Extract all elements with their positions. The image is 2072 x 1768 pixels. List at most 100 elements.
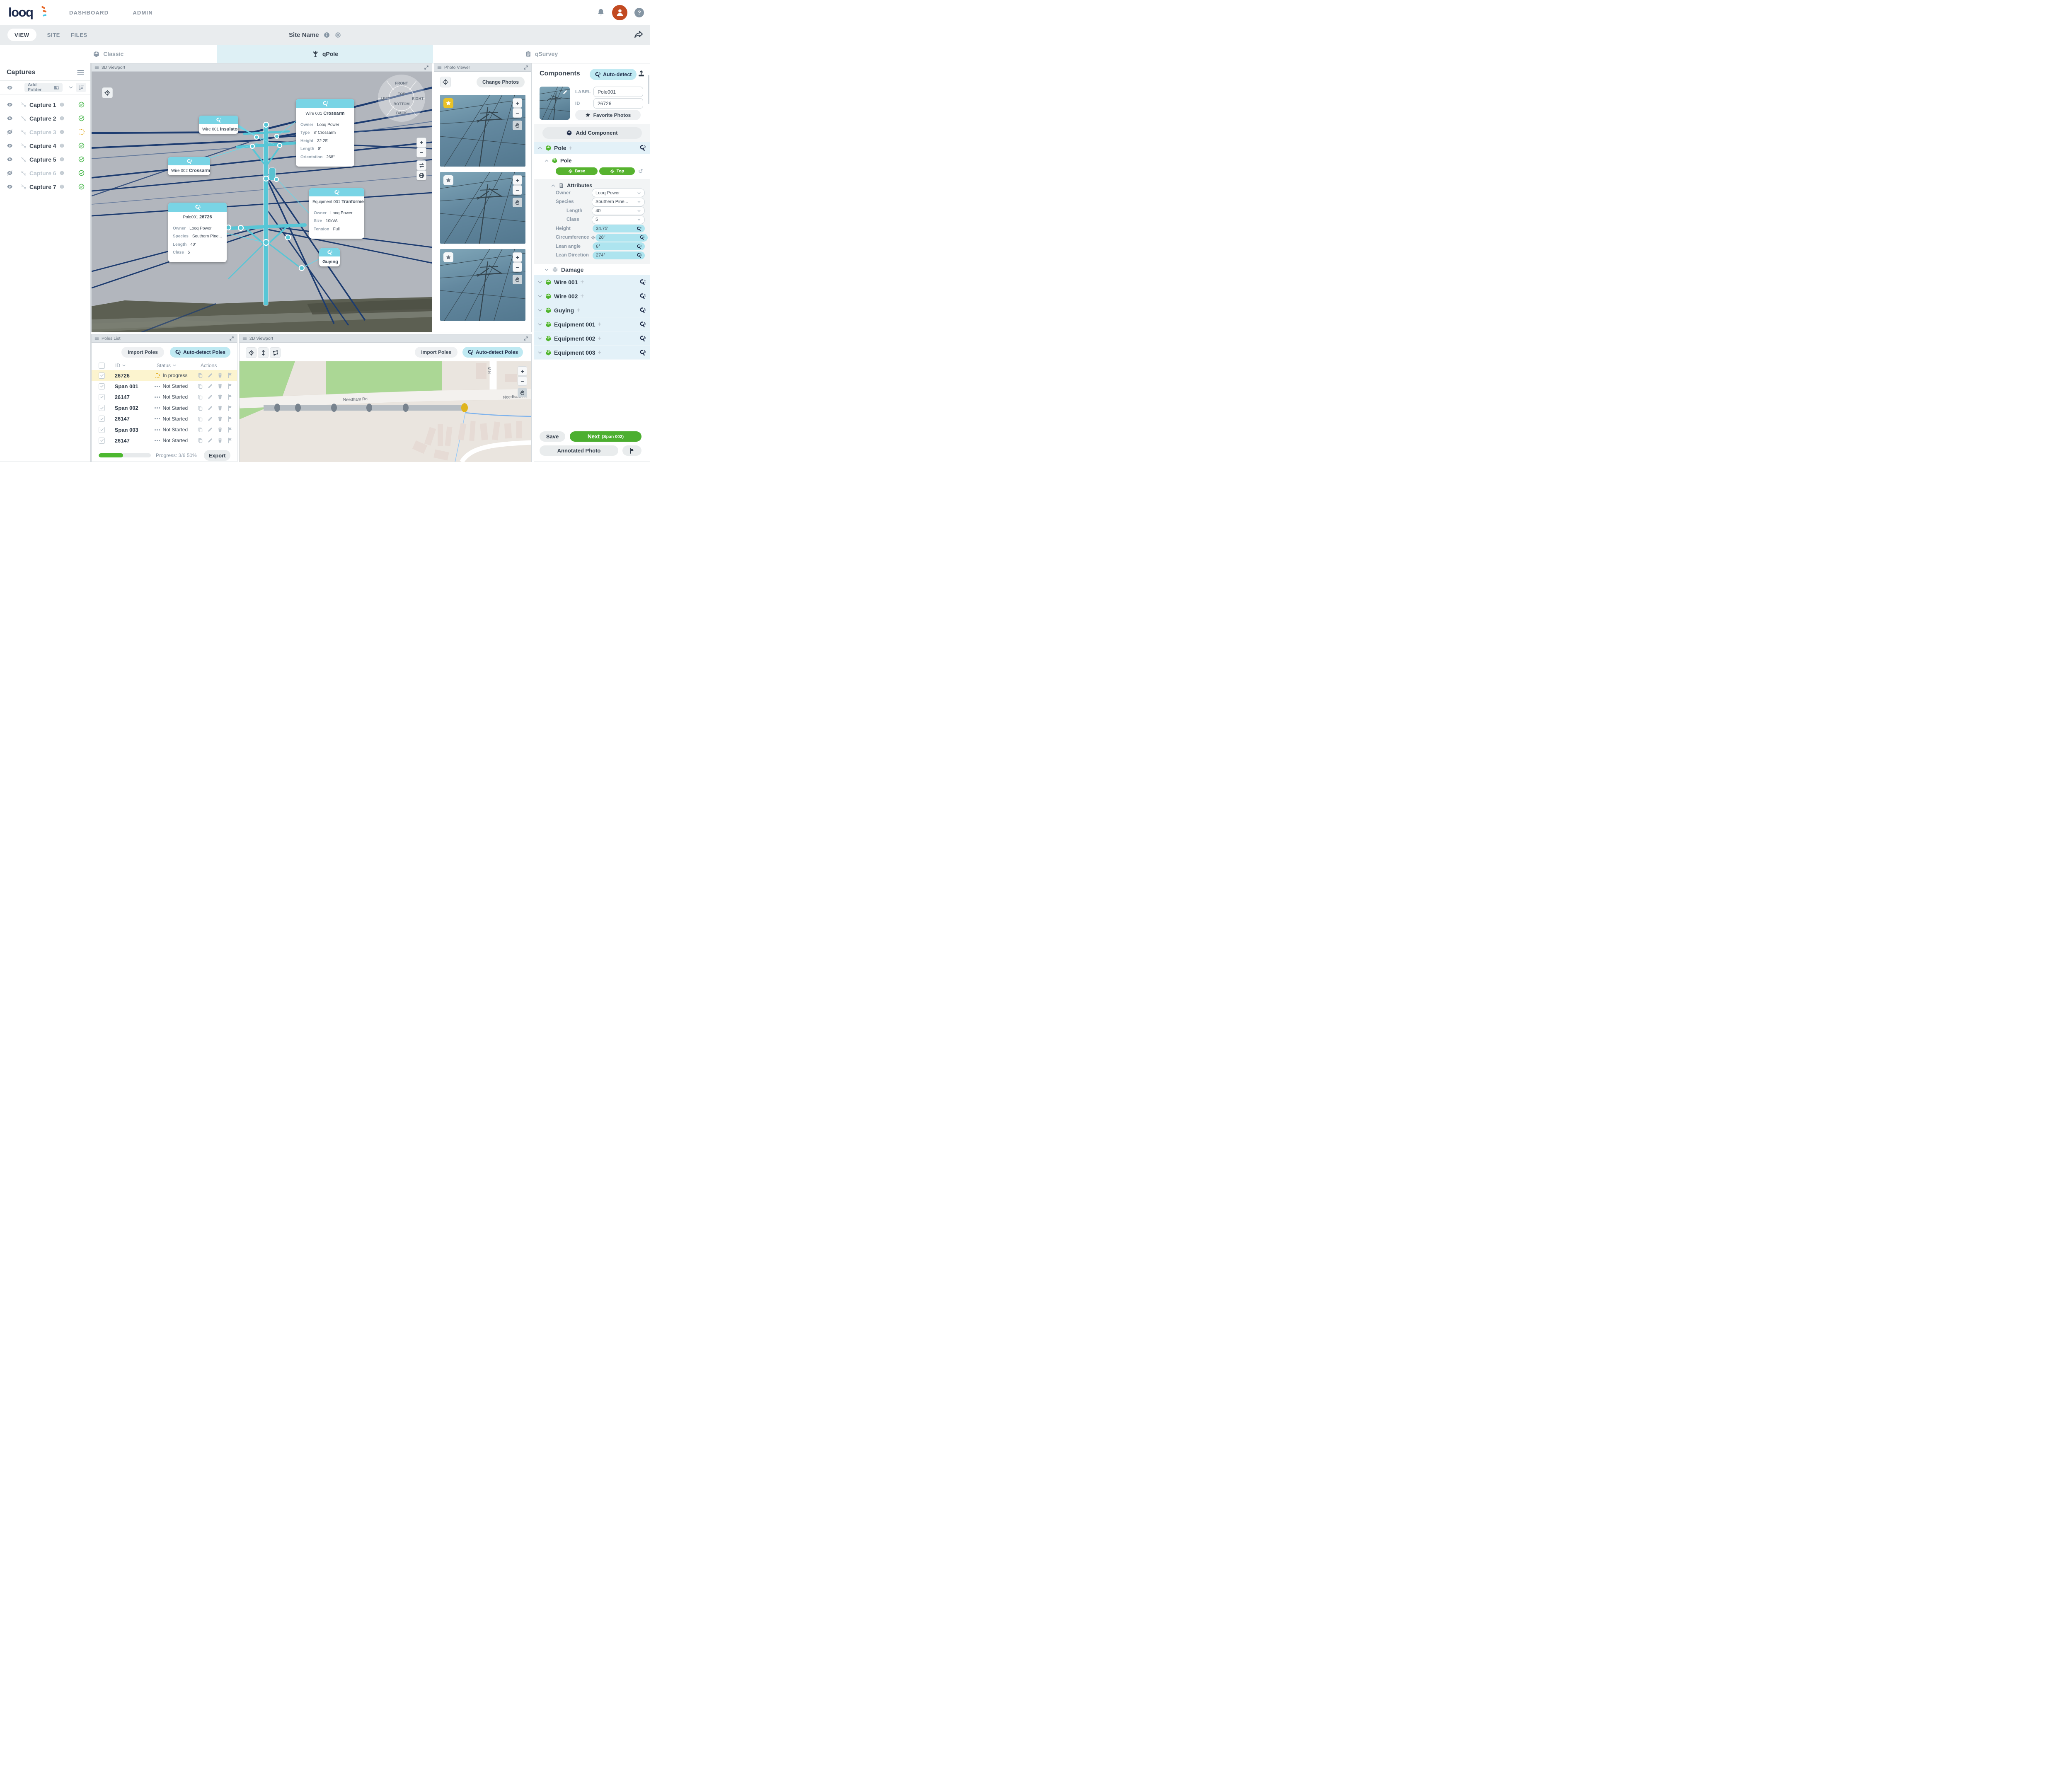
center-view-icon[interactable] bbox=[21, 129, 27, 135]
column-id[interactable]: ID bbox=[115, 363, 120, 368]
tab-classic[interactable]: Classic bbox=[0, 45, 217, 63]
flag-icon[interactable] bbox=[227, 438, 233, 443]
photo-pan-button[interactable] bbox=[513, 198, 522, 207]
component-group-row[interactable]: Equipment 003 + bbox=[534, 346, 650, 360]
vertical-pan-button[interactable] bbox=[258, 347, 269, 358]
panel-menu-icon[interactable] bbox=[437, 65, 442, 70]
auto-detect-poles-button[interactable]: Auto-detect Poles bbox=[170, 347, 230, 358]
component-group-row[interactable]: Guying + bbox=[534, 303, 650, 317]
center-view-icon[interactable] bbox=[21, 184, 27, 190]
capture-row[interactable]: Capture 4 bbox=[0, 139, 90, 152]
chevron-down-icon[interactable] bbox=[537, 350, 542, 355]
auto-detect-poles-button[interactable]: Auto-detect Poles bbox=[462, 347, 523, 358]
chevron-up-icon[interactable] bbox=[544, 158, 549, 163]
center-view-icon[interactable] bbox=[21, 157, 27, 162]
pencil-icon[interactable] bbox=[207, 438, 213, 443]
favorite-photos-button[interactable]: Favorite Photos bbox=[575, 110, 641, 120]
map-canvas[interactable]: Needham Rd Needham Rd N W + − bbox=[240, 361, 531, 462]
row-checkbox[interactable] bbox=[99, 383, 105, 389]
row-checkbox[interactable] bbox=[99, 394, 105, 400]
zoom-out-button[interactable]: − bbox=[416, 148, 426, 157]
tab-view[interactable]: VIEW bbox=[7, 29, 36, 41]
eye-off-icon[interactable] bbox=[7, 129, 13, 135]
looq-logo[interactable]: looq bbox=[8, 3, 46, 22]
center-view-icon[interactable] bbox=[21, 170, 27, 176]
looq-q-icon[interactable] bbox=[639, 349, 646, 356]
info-icon[interactable] bbox=[59, 184, 65, 189]
photo-zoom-in-button[interactable]: + bbox=[513, 98, 522, 108]
trash-icon[interactable] bbox=[217, 427, 223, 433]
chevron-down-icon[interactable] bbox=[172, 363, 177, 368]
chevron-down-icon[interactable] bbox=[537, 308, 542, 313]
row-checkbox[interactable] bbox=[99, 427, 105, 433]
add-icon[interactable]: + bbox=[580, 293, 584, 300]
pole-row[interactable]: Span 002 Not Started bbox=[92, 403, 237, 414]
photo-pan-button[interactable] bbox=[513, 275, 522, 284]
add-icon[interactable]: + bbox=[598, 349, 602, 356]
pole-group-header[interactable]: Pole + bbox=[534, 142, 650, 154]
eye-icon[interactable] bbox=[7, 184, 13, 190]
pole-thumbnail[interactable] bbox=[540, 87, 570, 120]
base-button[interactable]: Base bbox=[556, 167, 598, 175]
capture-row[interactable]: Capture 5 bbox=[0, 152, 90, 166]
tab-files[interactable]: FILES bbox=[71, 32, 87, 38]
save-button[interactable]: Save bbox=[540, 431, 565, 442]
trash-icon[interactable] bbox=[217, 405, 223, 411]
info-icon[interactable] bbox=[59, 129, 65, 135]
tab-site[interactable]: SITE bbox=[47, 32, 60, 38]
copy-icon[interactable] bbox=[197, 394, 203, 400]
flag-icon[interactable] bbox=[227, 394, 233, 400]
pole-row[interactable]: Span 003 Not Started bbox=[92, 424, 237, 435]
row-checkbox[interactable] bbox=[99, 405, 105, 411]
photo-thumbnail[interactable]: + − bbox=[440, 172, 525, 244]
chevron-down-icon[interactable] bbox=[537, 294, 542, 299]
change-photos-button[interactable]: Change Photos bbox=[477, 77, 525, 87]
pencil-icon[interactable] bbox=[207, 394, 213, 400]
pencil-icon[interactable] bbox=[207, 383, 213, 389]
info-icon[interactable] bbox=[59, 116, 65, 121]
looq-q-icon[interactable] bbox=[639, 321, 646, 328]
add-icon[interactable]: + bbox=[576, 307, 580, 314]
flag-icon[interactable] bbox=[227, 372, 233, 378]
measured-value-pill[interactable]: 28" bbox=[595, 234, 648, 242]
panel-menu-icon[interactable] bbox=[94, 336, 99, 341]
copy-icon[interactable] bbox=[197, 438, 203, 443]
copy-icon[interactable] bbox=[197, 427, 203, 433]
edit-pencil-icon[interactable] bbox=[562, 89, 568, 96]
add-icon[interactable]: + bbox=[598, 321, 602, 328]
import-poles-button[interactable]: Import Poles bbox=[415, 347, 457, 358]
photo-zoom-out-button[interactable]: − bbox=[513, 262, 522, 272]
add-component-button[interactable]: Add Component bbox=[542, 127, 642, 139]
target-icon[interactable] bbox=[591, 235, 595, 240]
photo-pan-button[interactable] bbox=[513, 121, 522, 130]
flag-icon[interactable] bbox=[227, 383, 233, 389]
eye-off-icon[interactable] bbox=[7, 170, 13, 176]
capture-row[interactable]: Capture 3 bbox=[0, 125, 90, 139]
copy-icon[interactable] bbox=[197, 372, 203, 378]
star-badge[interactable] bbox=[443, 175, 453, 185]
looq-q-icon[interactable] bbox=[639, 307, 646, 314]
pole-row[interactable]: 26147 Not Started bbox=[92, 435, 237, 446]
gear-icon[interactable] bbox=[334, 31, 341, 39]
top-button[interactable]: Top bbox=[599, 167, 635, 175]
bell-icon[interactable] bbox=[597, 8, 605, 17]
label-input[interactable] bbox=[593, 87, 643, 97]
panel-menu-icon[interactable] bbox=[94, 65, 99, 70]
popup-pole001[interactable]: Pole001 26726 OwnerLooq PowerSpeciesSout… bbox=[168, 203, 227, 262]
photo-zoom-out-button[interactable]: − bbox=[513, 108, 522, 118]
swap-view-button[interactable] bbox=[416, 160, 426, 170]
panel-menu-icon[interactable] bbox=[242, 336, 247, 341]
popup-wire001-insulator[interactable]: Wire 001 Insulator bbox=[199, 116, 238, 134]
component-group-row[interactable]: Wire 001 + bbox=[534, 275, 650, 289]
trash-icon[interactable] bbox=[217, 394, 223, 400]
attribute-dropdown[interactable]: 5 bbox=[592, 215, 645, 224]
copy-icon[interactable] bbox=[197, 405, 203, 411]
popup-equipment001[interactable]: Equipment 001 Tranformer OwnerLooq Power… bbox=[309, 188, 364, 239]
expand-icon[interactable] bbox=[523, 65, 528, 70]
chevron-down-icon[interactable] bbox=[537, 280, 542, 285]
info-icon[interactable] bbox=[59, 102, 65, 107]
photo-zoom-out-button[interactable]: − bbox=[513, 185, 522, 195]
nav-dashboard[interactable]: DASHBOARD bbox=[69, 10, 109, 16]
popup-wire002-crossarm[interactable]: Wire 002 Crossarm bbox=[168, 157, 210, 175]
tab-qpole[interactable]: qPole bbox=[217, 45, 433, 63]
